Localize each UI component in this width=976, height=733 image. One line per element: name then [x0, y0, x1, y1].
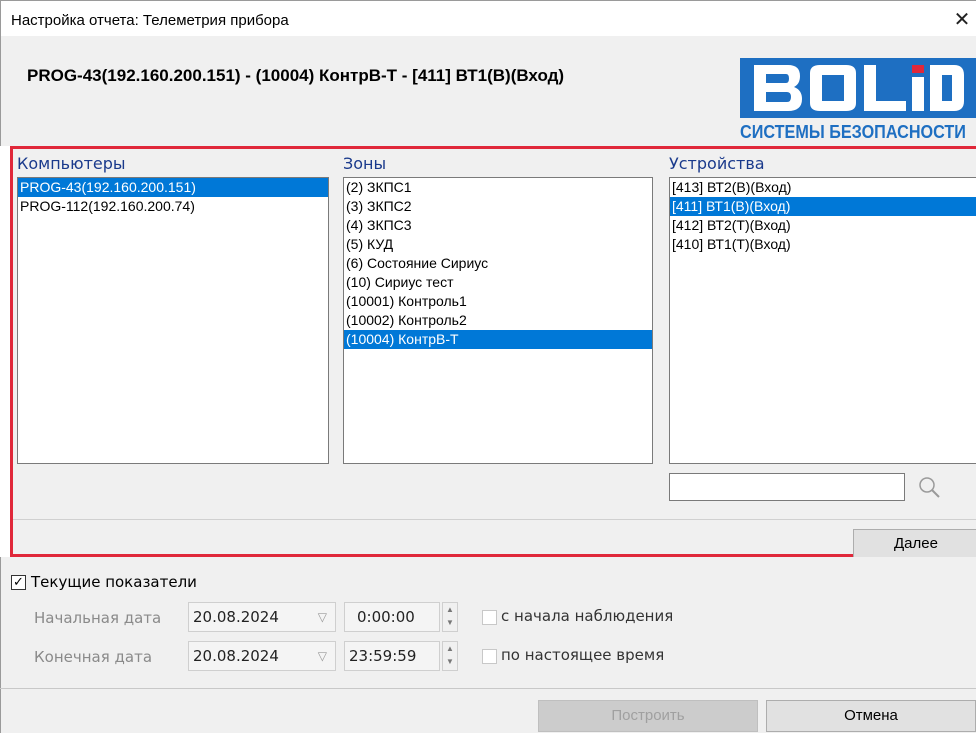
chevron-down-icon: ▽	[317, 610, 327, 624]
list-item[interactable]: [411] ВТ1(В)(Вход)	[670, 197, 976, 216]
start-time-value: 0:00:00	[357, 608, 415, 626]
end-date-field[interactable]: 20.08.2024 ▽	[188, 641, 336, 671]
start-date-field[interactable]: 20.08.2024 ▽	[188, 602, 336, 632]
footer-divider	[0, 688, 976, 689]
until-now-label: по настоящее время	[501, 646, 665, 664]
end-date-label: Конечная дата	[34, 648, 153, 666]
cancel-button[interactable]: Отмена	[766, 700, 976, 732]
list-item[interactable]: (4) ЗКПС3	[344, 216, 652, 235]
computers-label: Компьютеры	[17, 154, 126, 173]
current-values-label: Текущие показатели	[31, 573, 197, 591]
until-now-checkbox[interactable]	[482, 649, 497, 664]
list-item[interactable]: (2) ЗКПС1	[344, 178, 652, 197]
list-item[interactable]: (10004) КонтрВ-Т	[344, 330, 652, 349]
next-button[interactable]: Далее	[853, 529, 976, 559]
list-item[interactable]: (5) КУД	[344, 235, 652, 254]
panel-separator	[13, 519, 976, 520]
list-item[interactable]: (10) Сириус тест	[344, 273, 652, 292]
list-item[interactable]: [413] ВТ2(В)(Вход)	[670, 178, 976, 197]
zones-listbox[interactable]: (2) ЗКПС1 (3) ЗКПС2 (4) ЗКПС3 (5) КУД (6) Со…	[343, 177, 653, 464]
list-item[interactable]: (6) Состояние Сириус	[344, 254, 652, 273]
bolid-logo-mark	[740, 58, 976, 118]
logo-tagline: СИСТЕМЫ БЕЗОПАСНОСТИ	[740, 122, 966, 142]
device-search-input[interactable]	[669, 473, 905, 501]
close-icon[interactable]: ✕	[947, 6, 976, 32]
window-title: Настройка отчета: Телеметрия прибора	[11, 12, 289, 29]
zones-label: Зоны	[343, 154, 387, 173]
from-start-checkbox[interactable]	[482, 610, 497, 625]
list-item[interactable]: (10002) Контроль2	[344, 311, 652, 330]
start-time-field[interactable]: 0:00:00	[344, 602, 440, 632]
start-time-spinner[interactable]: ▲ ▼	[442, 602, 458, 632]
end-time-field[interactable]: 23:59:59	[344, 641, 440, 671]
computers-listbox[interactable]: PROG-43(192.160.200.151) PROG-112(192.160…	[17, 177, 329, 464]
list-item[interactable]: (3) ЗКПС2	[344, 197, 652, 216]
selected-path: PROG-43(192.160.200.151) - (10004) Контр…	[27, 66, 565, 85]
selection-panel: Компьютеры PROG-43(192.160.200.151) PROG-…	[10, 146, 976, 559]
list-item[interactable]: (10001) Контроль1	[344, 292, 652, 311]
end-time-spinner[interactable]: ▲ ▼	[442, 641, 458, 671]
end-date-value: 20.08.2024	[193, 647, 279, 665]
start-date-label: Начальная дата	[34, 609, 162, 627]
from-start-label: с начала наблюдения	[501, 607, 674, 625]
end-time-value: 23:59:59	[349, 647, 417, 665]
magnifier-icon[interactable]	[915, 473, 945, 501]
list-item[interactable]: PROG-112(192.160.200.74)	[18, 197, 328, 216]
chevron-down-icon: ▽	[317, 649, 327, 663]
devices-label: Устройства	[669, 154, 765, 173]
build-button[interactable]: Построить	[538, 700, 758, 732]
devices-listbox[interactable]: [413] ВТ2(В)(Вход) [411] ВТ1(В)(Вход) [412…	[669, 177, 976, 464]
list-item[interactable]: [410] ВТ1(Т)(Вход)	[670, 235, 976, 254]
list-item[interactable]: PROG-43(192.160.200.151)	[18, 178, 328, 197]
current-values-checkbox[interactable]: ✓	[11, 575, 26, 590]
list-item[interactable]: [412] ВТ2(Т)(Вход)	[670, 216, 976, 235]
start-date-value: 20.08.2024	[193, 608, 279, 626]
window-titlebar: Настройка отчета: Телеметрия прибора ✕	[0, 0, 976, 36]
report-header: PROG-43(192.160.200.151) - (10004) Контр…	[0, 36, 976, 146]
